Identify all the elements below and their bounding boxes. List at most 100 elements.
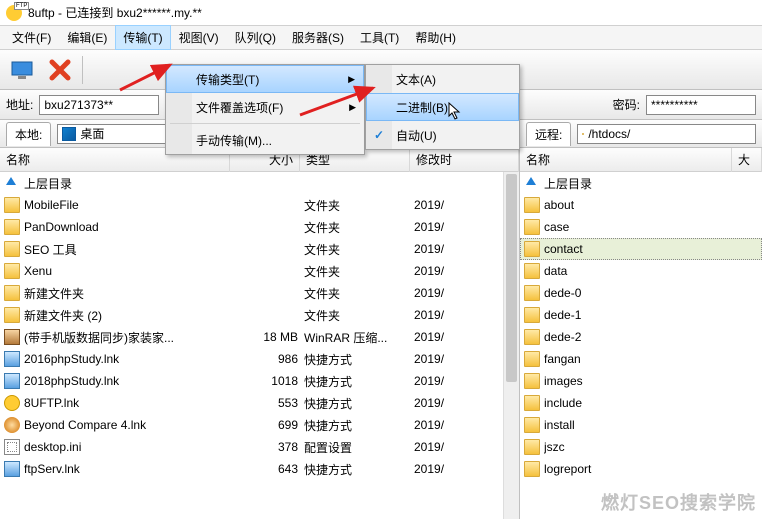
- remote-path: /htdocs/: [588, 127, 630, 141]
- remote-row-3[interactable]: data: [520, 260, 762, 282]
- file-type: 配置设置: [304, 439, 414, 456]
- remote-row-2[interactable]: contact: [520, 238, 762, 260]
- file-name: SEO 工具: [24, 241, 234, 258]
- local-row-10[interactable]: Beyond Compare 4.lnk699快捷方式2019/: [0, 414, 519, 436]
- disconnect-button[interactable]: [44, 54, 76, 86]
- file-type: 快捷方式: [304, 395, 414, 412]
- scrollbar[interactable]: [503, 172, 519, 519]
- menu-1[interactable]: 编辑(E): [59, 25, 115, 50]
- address-input[interactable]: [39, 95, 159, 115]
- folder-icon: [524, 263, 540, 279]
- menu-6[interactable]: 工具(T): [352, 25, 407, 50]
- local-row-3[interactable]: Xenu文件夹2019/: [0, 260, 519, 282]
- titlebar: 8uftp - 已连接到 bxu2******.my.**: [0, 0, 762, 26]
- file-icon: [4, 307, 20, 323]
- col-name-r[interactable]: 名称: [520, 148, 732, 172]
- col-size-r[interactable]: 大: [732, 148, 762, 172]
- local-row-1[interactable]: PanDownload文件夹2019/: [0, 216, 519, 238]
- remote-row-4[interactable]: dede-0: [520, 282, 762, 304]
- parent-dir-row[interactable]: 上层目录: [0, 172, 519, 194]
- local-row-5[interactable]: 新建文件夹 (2)文件夹2019/: [0, 304, 519, 326]
- local-file-list[interactable]: 上层目录 MobileFile文件夹2019/PanDownload文件夹2019…: [0, 172, 519, 519]
- file-type: 快捷方式: [304, 351, 414, 368]
- transfer-type-label-2: 自动(U): [396, 127, 437, 144]
- remote-row-12[interactable]: logreport: [520, 458, 762, 480]
- file-type: 文件夹: [304, 219, 414, 236]
- remote-pane: 名称 大 上层目录aboutcasecontactdatadede-0dede-…: [520, 148, 762, 519]
- local-row-0[interactable]: MobileFile文件夹2019/: [0, 194, 519, 216]
- file-icon: [4, 263, 20, 279]
- local-row-2[interactable]: SEO 工具文件夹2019/: [0, 238, 519, 260]
- file-panes: 名称 大小 类型 修改时 上层目录MobileFile文件夹2019/PanDo…: [0, 148, 762, 519]
- remote-file-list[interactable]: 上层目录about case contact datadede-0dede-1 dede…: [520, 172, 762, 519]
- col-date[interactable]: 修改时: [410, 148, 519, 172]
- menu-5[interactable]: 服务器(S): [284, 25, 352, 50]
- file-name: 新建文件夹 (2): [24, 307, 234, 324]
- password-label: 密码:: [613, 96, 640, 113]
- menu-3[interactable]: 视图(V): [171, 25, 227, 50]
- parent-dir-label: 上层目录: [24, 175, 289, 192]
- transfer-menu-item-0[interactable]: 传输类型(T)▶: [166, 65, 364, 93]
- remote-parent-dir-row[interactable]: 上层目录: [520, 172, 762, 194]
- file-type: 文件夹: [304, 285, 414, 302]
- transfer-menu-item-1[interactable]: 文件覆盖选项(F)▶: [166, 93, 364, 121]
- file-size: 553: [234, 396, 304, 410]
- connect-button[interactable]: [6, 54, 38, 86]
- folder-icon: [524, 439, 540, 455]
- file-name: desktop.ini: [24, 440, 234, 454]
- file-icon: [4, 439, 20, 455]
- file-date: 2019/: [414, 264, 464, 278]
- menu-0[interactable]: 文件(F): [4, 25, 59, 50]
- file-name: ftpServ.lnk: [24, 462, 234, 476]
- local-row-12[interactable]: ftpServ.lnk643快捷方式2019/: [0, 458, 519, 480]
- file-size: 1018: [234, 374, 304, 388]
- menu-2[interactable]: 传输(T): [115, 25, 170, 50]
- file-icon: [4, 373, 20, 389]
- remote-row-0[interactable]: about: [520, 194, 762, 216]
- file-icon: [4, 417, 20, 433]
- remote-row-1[interactable]: case: [520, 216, 762, 238]
- local-row-9[interactable]: 8UFTP.lnk553快捷方式2019/: [0, 392, 519, 414]
- folder-name: case: [544, 220, 762, 234]
- remote-row-10[interactable]: install: [520, 414, 762, 436]
- transfer-type-item-2[interactable]: ✓自动(U): [366, 121, 519, 149]
- transfer-type-submenu: 文本(A)二进制(B)✓自动(U): [365, 64, 520, 150]
- folder-name: images: [544, 374, 762, 388]
- transfer-menu-item-3[interactable]: 手动传输(M)...: [166, 126, 364, 154]
- transfer-menu-label-3: 手动传输(M)...: [196, 132, 272, 149]
- folder-name: dede-2: [544, 330, 762, 344]
- remote-row-9[interactable]: include: [520, 392, 762, 414]
- local-row-11[interactable]: desktop.ini378配置设置2019/: [0, 436, 519, 458]
- local-row-4[interactable]: 新建文件夹文件夹2019/: [0, 282, 519, 304]
- remote-tab[interactable]: 远程:: [526, 122, 571, 146]
- remote-row-7[interactable]: fangan: [520, 348, 762, 370]
- file-type: WinRAR 压缩...: [304, 329, 414, 346]
- menu-4[interactable]: 队列(Q): [227, 25, 284, 50]
- file-name: 2016phpStudy.lnk: [24, 352, 234, 366]
- local-row-7[interactable]: 2016phpStudy.lnk986快捷方式2019/: [0, 348, 519, 370]
- scroll-thumb[interactable]: [506, 174, 517, 382]
- chevron-right-icon: ▶: [348, 74, 355, 85]
- remote-path-box[interactable]: /htdocs/: [577, 124, 756, 144]
- local-tab[interactable]: 本地:: [6, 122, 51, 146]
- remote-row-11[interactable]: jszc: [520, 436, 762, 458]
- remote-row-8[interactable]: images: [520, 370, 762, 392]
- local-row-8[interactable]: 2018phpStudy.lnk1018快捷方式2019/: [0, 370, 519, 392]
- file-date: 2019/: [414, 462, 464, 476]
- menu-7[interactable]: 帮助(H): [407, 25, 464, 50]
- transfer-type-item-0[interactable]: 文本(A): [366, 65, 519, 93]
- close-x-icon: [47, 57, 73, 83]
- local-row-6[interactable]: (带手机版数据同步)家装家...18 MBWinRAR 压缩...2019/: [0, 326, 519, 348]
- folder-name: contact: [544, 242, 761, 256]
- file-date: 2019/: [414, 374, 464, 388]
- remote-row-6[interactable]: dede-2: [520, 326, 762, 348]
- password-input[interactable]: [646, 95, 756, 115]
- folder-icon: [524, 395, 540, 411]
- transfer-menu-label-1: 文件覆盖选项(F): [196, 99, 283, 116]
- file-icon: [4, 395, 20, 411]
- file-name: 8UFTP.lnk: [24, 396, 234, 410]
- watermark: 燃灯SEO搜索学院: [601, 489, 756, 515]
- remote-row-5[interactable]: dede-1: [520, 304, 762, 326]
- remote-column-header: 名称 大: [520, 148, 762, 172]
- transfer-type-item-1[interactable]: 二进制(B): [366, 93, 519, 121]
